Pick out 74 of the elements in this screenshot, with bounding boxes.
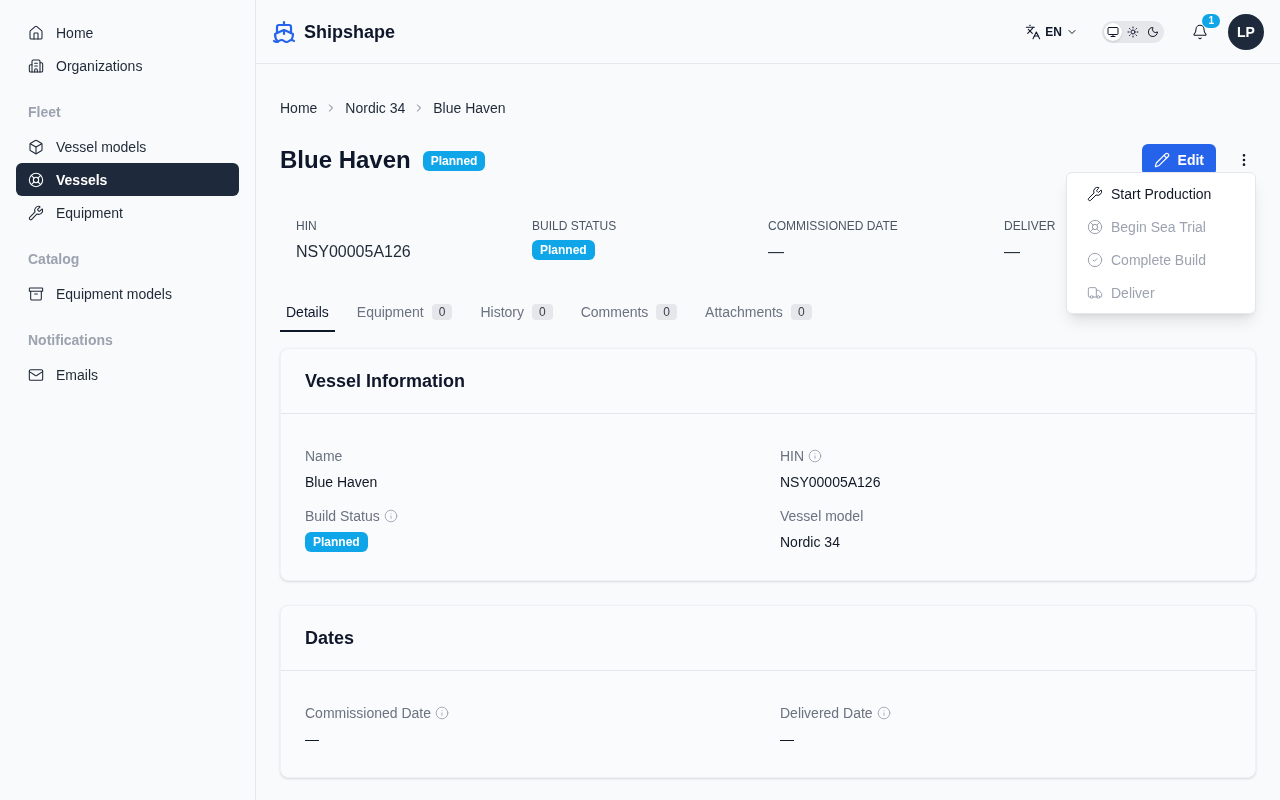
sidebar-item[interactable]: Organizations [16,49,239,82]
tab[interactable]: Attachments 0 [699,302,818,332]
sidebar-item[interactable]: Home [16,16,239,49]
summary-label: COMMISSIONED DATE [768,218,898,234]
tab-count: 0 [656,304,678,320]
tab[interactable]: Details [280,302,335,332]
notification-count: 1 [1202,13,1220,28]
sidebar-item[interactable]: Equipment [16,196,239,229]
sidebar-item[interactable]: Equipment models [16,277,239,310]
tab-count: 0 [431,304,453,320]
breadcrumb-link[interactable]: Nordic 34 [345,98,406,118]
home-icon [28,24,44,41]
summary-label: HIN [296,218,317,234]
field-value: Nordic 34 [780,533,840,552]
field-value: NSY00005A126 [780,473,881,492]
tools-icon [1087,185,1103,202]
ship-logo-icon [272,19,296,44]
building-icon [28,57,44,74]
section-heading: Catalog [27,250,81,269]
lifebuoy-icon [28,171,44,188]
field-value: Blue Haven [305,473,378,492]
sidebar-item[interactable]: Vessel models [16,130,239,163]
status-badge: Planned [305,532,368,552]
language-selector[interactable]: EN [1021,23,1082,40]
card-title: Dates [281,606,1255,671]
user-avatar[interactable]: LP [1228,13,1264,50]
moon-icon [1147,25,1159,38]
menu-item[interactable]: Start Production [1071,177,1251,210]
translate-icon [1025,23,1042,40]
lifebuoy-icon [1087,218,1103,235]
summary-value: NSY00005A126 [296,242,411,262]
info-icon [808,449,823,463]
breadcrumb-link[interactable]: Blue Haven [433,98,506,118]
tools-icon [28,204,44,221]
summary-value: — [1004,242,1020,262]
summary-label: DELIVER [1004,218,1056,234]
archive-icon [28,285,44,302]
page-title: Blue Haven [280,145,411,175]
section-heading: Fleet [27,103,62,122]
bell-icon [1192,23,1208,40]
info-icon [876,706,891,720]
summary-value: — [768,242,784,262]
brand-name: Shipshape [304,20,396,44]
check-circle-icon [1087,251,1103,268]
summary-label: BUILD STATUS [532,218,617,234]
info-icon [383,509,398,523]
breadcrumb-link[interactable]: Home [280,98,318,118]
tab-count: 0 [790,304,812,320]
sidebar-item[interactable]: Vessels [16,163,239,196]
field-value: — [305,730,319,749]
tab[interactable]: Comments 0 [574,302,684,332]
field-label: Build Status [305,507,380,526]
tab-count: 0 [532,304,553,320]
theme-option[interactable] [1104,22,1122,41]
info-icon [435,706,450,720]
field-label: Name [305,447,343,466]
field-label: Delivered Date [780,704,873,723]
cube-icon [28,138,44,155]
card-title: Vessel Information [281,349,1255,414]
field-label: Commissioned Date [305,704,432,723]
mail-icon [28,366,44,383]
sun-icon [1127,25,1139,38]
tab[interactable]: Equipment 0 [350,302,459,332]
section-heading: Notifications [27,331,114,350]
truck-icon [1087,284,1103,301]
monitor-icon [1107,25,1119,38]
field-label: HIN [780,447,805,466]
status-badge: Planned [422,151,486,171]
sidebar-item[interactable]: Emails [16,358,239,391]
pencil-icon [1153,152,1170,168]
field-value: — [780,730,794,749]
status-badge: Planned [532,240,595,260]
tab[interactable]: History 0 [474,302,559,332]
field-label: Vessel model [780,507,864,526]
